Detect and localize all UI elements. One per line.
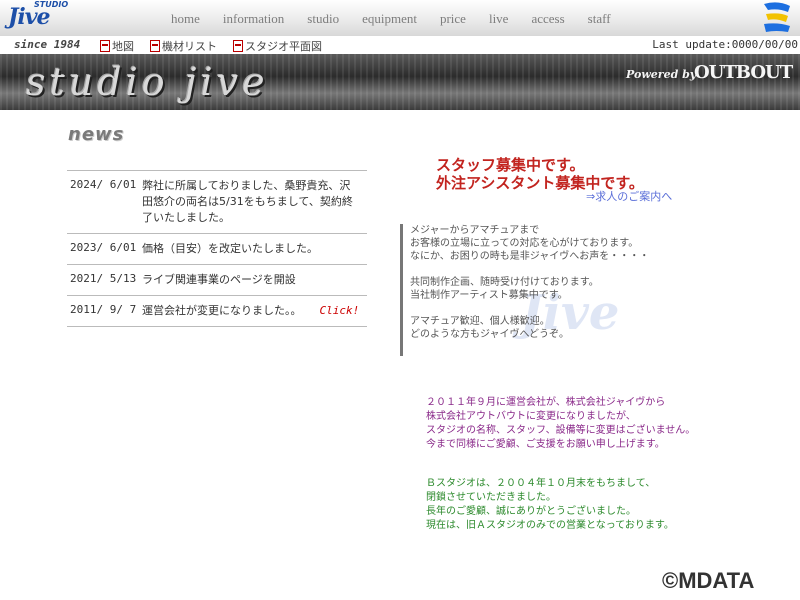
map-link-label: 地図 <box>112 40 134 53</box>
click-link[interactable]: Click! <box>320 304 360 317</box>
nav-home[interactable]: home <box>171 11 200 27</box>
news-text: 運営会社が変更になりました。。 <box>142 304 302 317</box>
nav-information[interactable]: information <box>223 11 284 27</box>
pdf-icon <box>100 40 110 52</box>
intro-line: お客様の立場に立っての対応を心がけております。 <box>410 238 639 249</box>
recruit-line-staff: スタッフ募集中です。 <box>436 156 585 174</box>
intro-line: どのような方もジャイヴへどうぞ。 <box>410 329 569 340</box>
equipment-list-link[interactable]: 機材リスト <box>150 38 217 54</box>
notice-line: 現在は、旧Ａスタジオのみでの営業となっております。 <box>426 520 674 531</box>
news-text: ライブ関連事業のページを開設 <box>142 273 296 286</box>
news-row: 2011/ 9/ 7 運営会社が変更になりました。。 Click! <box>67 296 367 327</box>
news-heading: news <box>68 124 125 145</box>
last-update-text: Last update:0000/00/00 <box>652 38 798 51</box>
banner-title: studio jive <box>26 60 269 104</box>
nav-live[interactable]: live <box>489 11 509 27</box>
notice-line: 今まで同様にご愛顧、ご支援をお願い申し上げます。 <box>426 439 665 450</box>
intro-line: メジャーからアマチュアまで <box>410 225 540 236</box>
sub-bar: since 1984 地図 機材リスト スタジオ平面図 Last update:… <box>0 36 800 55</box>
intro-line: 共同制作企画、随時受け付けております。 <box>410 277 599 288</box>
equipment-list-label: 機材リスト <box>162 40 217 53</box>
copyright-watermark: ©MDATA <box>662 568 755 593</box>
news-row: 2023/ 6/01 価格（目安）を改定いたしました。 <box>67 234 367 265</box>
notice-line: 閉鎖させていただきました。 <box>426 492 556 503</box>
header-banner: studio jive Powered by OUTBOUT <box>0 54 800 110</box>
recruit-notice: スタッフ募集中です。 外注アシスタント募集中です。 <box>436 156 644 192</box>
notice-line: 株式会社アウトバウトに変更になりましたが、 <box>426 411 636 422</box>
news-text: 弊社に所属しておりました、桑野貴充、沢田悠介の両名は5/31をもちまして、契約終… <box>142 179 353 224</box>
powered-by-text: Powered by <box>626 68 697 81</box>
nav-equipment[interactable]: equipment <box>362 11 417 27</box>
pdf-icon <box>150 40 160 52</box>
news-row: 2021/ 5/13 ライブ関連事業のページを開設 <box>67 265 367 296</box>
recruit-link[interactable]: ⇒求人のご案内へ <box>586 188 672 204</box>
floor-plan-link[interactable]: スタジオ平面図 <box>233 38 322 54</box>
news-date: 2024/ 6/01 <box>70 178 137 191</box>
notice-line: ２０１１年９月に運営会社が、株式会社ジャイヴから <box>426 397 666 408</box>
nav-access[interactable]: access <box>531 11 564 27</box>
studio-b-closure-notice: Ｂスタジオは、２００４年１０月末をもちまして、 閉鎖させていただきました。 長年… <box>426 477 674 533</box>
news-date: 2021/ 5/13 <box>70 272 137 285</box>
news-text: 価格（目安）を改定いたしました。 <box>142 242 318 255</box>
notice-line: スタジオの名称、スタッフ、設備等に変更はございません。 <box>426 425 696 436</box>
notice-line: Ｂスタジオは、２００４年１０月末をもちまして、 <box>426 478 656 489</box>
outbout-logo: OUTBOUT <box>694 62 793 83</box>
floor-plan-label: スタジオ平面図 <box>245 40 322 53</box>
news-row: 2024/ 6/01 弊社に所属しておりました、桑野貴充、沢田悠介の両名は5/3… <box>67 171 367 234</box>
notice-line: 長年のご愛顧、誠にありがとうございました。 <box>426 506 636 517</box>
corner-emblem-icon <box>764 2 790 32</box>
jive-logo[interactable]: STUDIO Jive <box>4 0 68 34</box>
intro-line: なにか、お困りの時も是非ジャイヴへお声を・・・・ <box>410 251 650 262</box>
nav-staff[interactable]: staff <box>588 11 611 27</box>
intro-text-block: メジャーからアマチュアまでお客様の立場に立っての対応を心がけております。 なにか、… <box>400 224 710 356</box>
top-navigation-bar: STUDIO Jive home information studio equi… <box>0 0 800 36</box>
intro-line: アマチュア歓迎、個人様歓迎。 <box>410 316 550 327</box>
since-text: since 1984 <box>14 38 81 51</box>
company-change-notice: ２０１１年９月に運営会社が、株式会社ジャイヴから 株式会社アウトバウトに変更にな… <box>426 396 695 452</box>
news-date: 2011/ 9/ 7 <box>70 303 137 316</box>
pdf-icon <box>233 40 243 52</box>
logo-jive-text: Jive <box>8 4 51 30</box>
nav-studio[interactable]: studio <box>307 11 339 27</box>
intro-line: 当社制作アーティスト募集中です。 <box>410 290 568 301</box>
news-list: 2024/ 6/01 弊社に所属しておりました、桑野貴充、沢田悠介の両名は5/3… <box>67 170 367 327</box>
map-link[interactable]: 地図 <box>100 38 134 54</box>
news-date: 2023/ 6/01 <box>70 241 137 254</box>
news-text-with-link: 運営会社が変更になりました。。 Click! <box>142 296 367 326</box>
document-links: 地図 機材リスト スタジオ平面図 <box>100 38 338 54</box>
main-nav: home information studio equipment price … <box>171 11 634 27</box>
nav-price[interactable]: price <box>440 11 466 27</box>
